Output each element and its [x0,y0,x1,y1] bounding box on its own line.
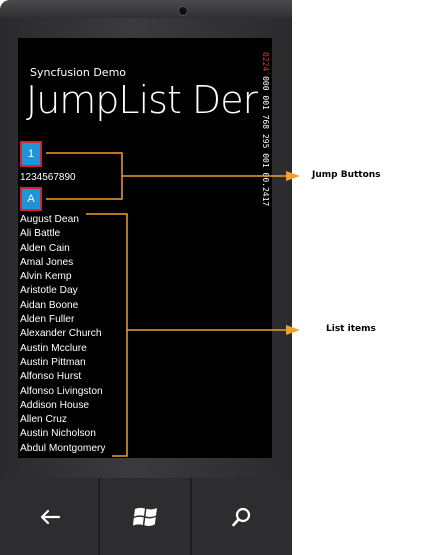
list-items-arrowhead [286,325,300,335]
jump-buttons-annotation: Jump Buttons [312,170,381,180]
jump-buttons-arrowhead [286,171,300,181]
jump-buttons-bracket [46,152,123,200]
list-items-bracket [86,213,128,457]
callout-overlay [46,152,300,457]
list-items-annotation: List items [326,324,376,334]
